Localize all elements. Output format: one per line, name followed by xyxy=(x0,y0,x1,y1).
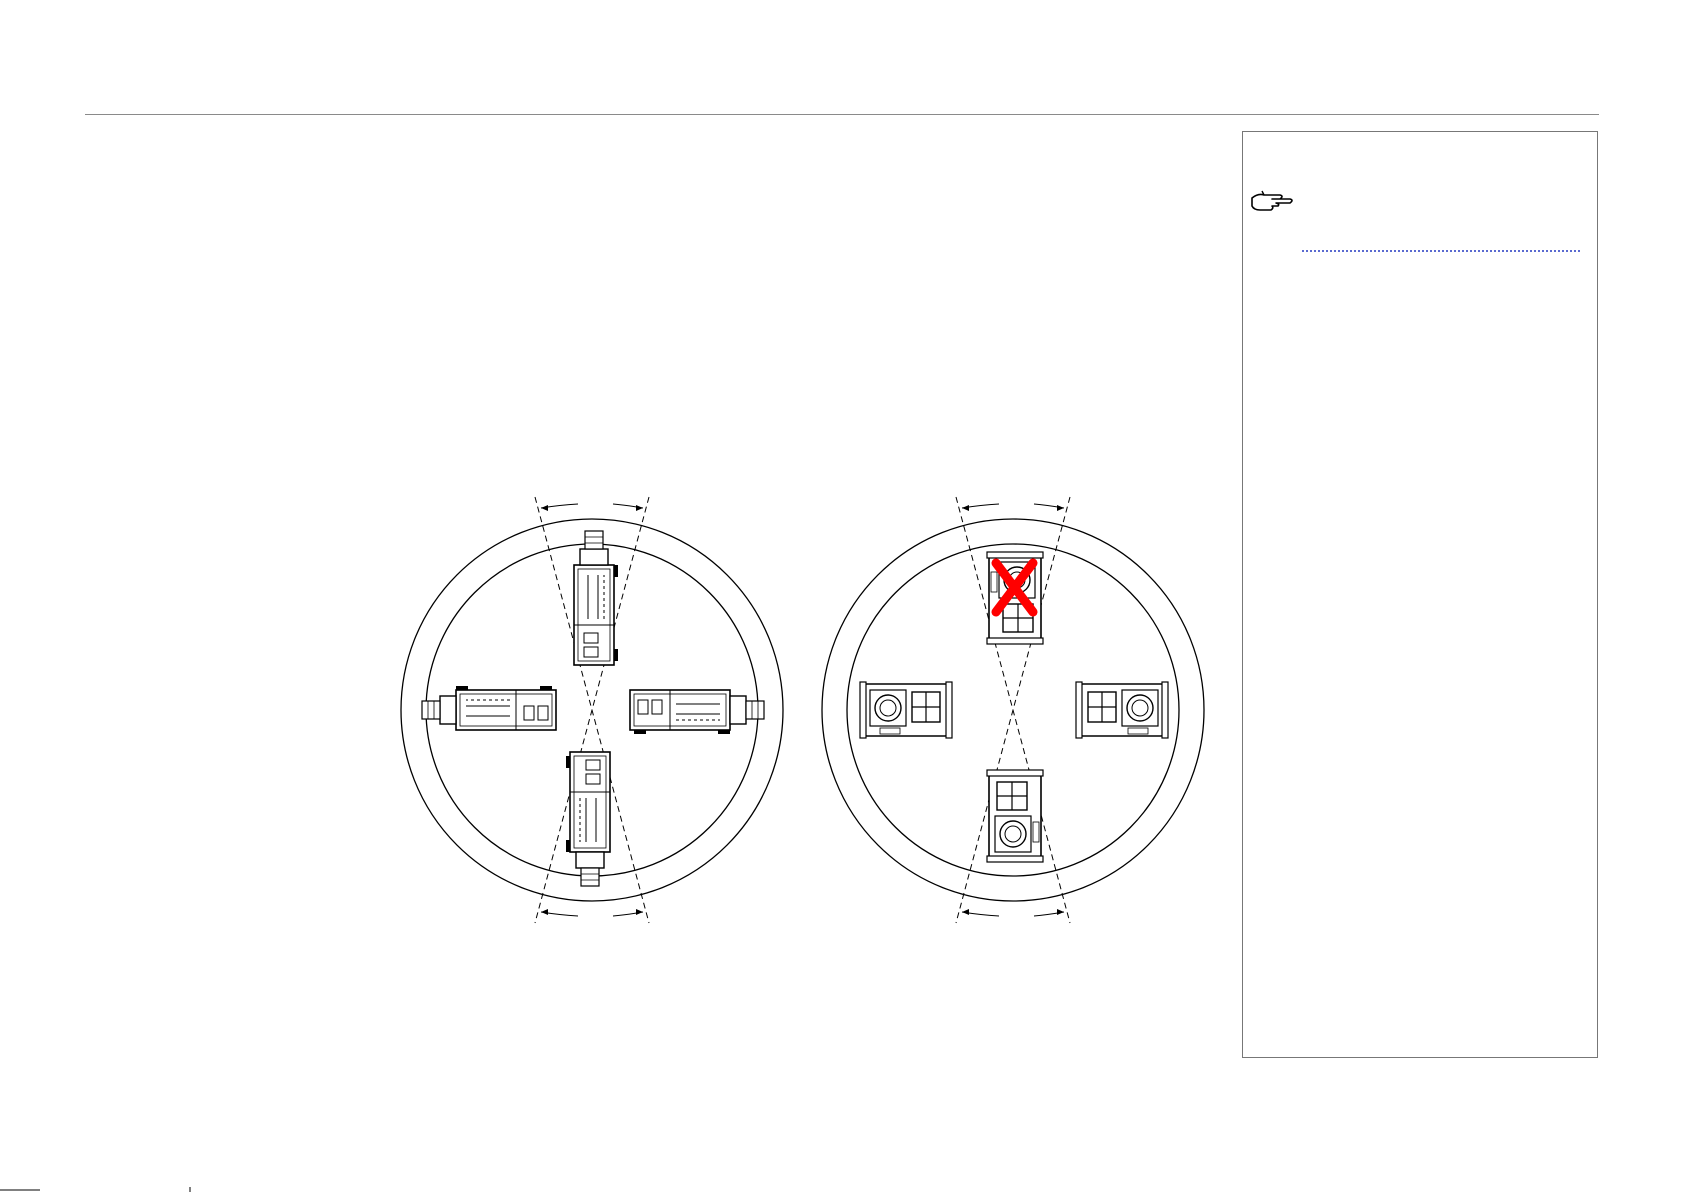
projector-lens-down xyxy=(565,751,611,887)
projector-left-position xyxy=(859,681,953,739)
projector-bottom-position xyxy=(986,769,1044,863)
pointing-hand-icon xyxy=(1251,190,1293,211)
projector-lens-right xyxy=(629,689,765,735)
projector-right-position xyxy=(1075,681,1169,739)
projector-lens-left xyxy=(421,685,557,731)
projector-lens-up xyxy=(573,530,619,666)
left-orientation-diagram xyxy=(400,496,784,924)
note-separator xyxy=(1302,250,1580,252)
note-sidebar xyxy=(1242,131,1598,1058)
footer-marks xyxy=(0,1187,191,1192)
right-orientation-diagram xyxy=(821,496,1205,924)
